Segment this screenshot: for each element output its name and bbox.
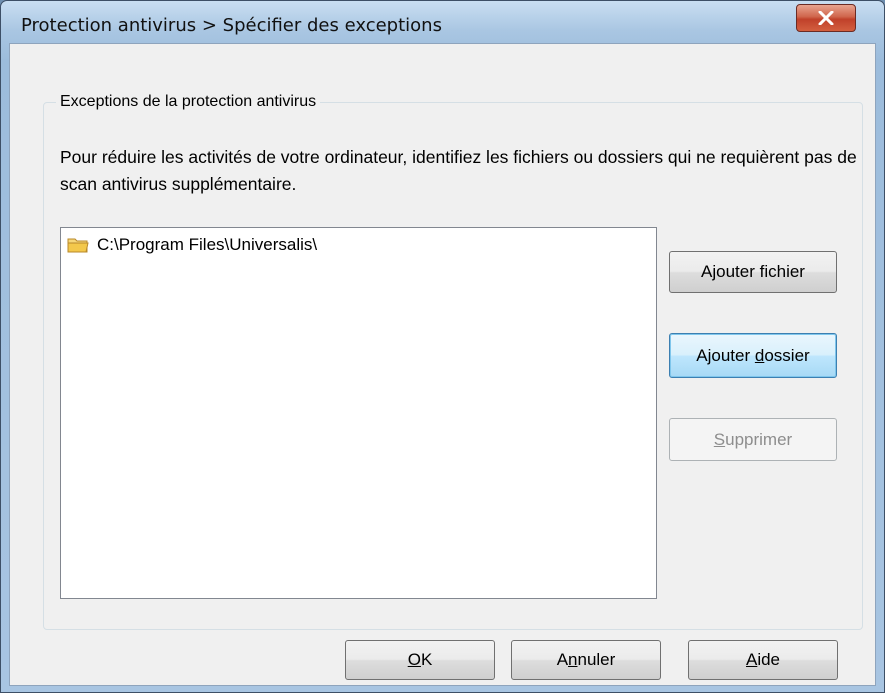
list-item[interactable]: C:\Program Files\Universalis\ — [67, 234, 317, 256]
ok-label: OK — [407, 650, 433, 669]
close-icon — [818, 11, 834, 25]
cancel-button[interactable]: Annuler — [511, 640, 661, 680]
exceptions-list[interactable]: C:\Program Files\Universalis\ — [60, 227, 657, 599]
window-title: Protection antivirus > Spécifier des exc… — [21, 15, 442, 36]
list-item-path: C:\Program Files\Universalis\ — [97, 235, 318, 254]
add-folder-button[interactable]: Ajouter dossier — [669, 333, 837, 378]
dialog-client-area: Exceptions de la protection antivirus Po… — [9, 43, 876, 686]
dialog-window: Protection antivirus > Spécifier des exc… — [0, 0, 885, 693]
groupbox-title: Exceptions de la protection antivirus — [56, 93, 321, 111]
help-label: Aide — [745, 650, 781, 669]
add-folder-label: Ajouter dossier — [696, 345, 810, 365]
help-button[interactable]: Aide — [688, 640, 838, 680]
remove-button[interactable]: Supprimer — [669, 418, 837, 461]
close-button[interactable] — [796, 4, 856, 32]
folder-icon — [67, 238, 89, 253]
add-file-label: Ajouter fichier — [701, 262, 805, 281]
remove-label: Supprimer — [713, 429, 793, 449]
ok-button[interactable]: OK — [345, 640, 495, 680]
cancel-label: Annuler — [556, 650, 616, 669]
description-text: Pour réduire les activités de votre ordi… — [60, 147, 857, 194]
add-file-button[interactable]: Ajouter fichier — [669, 251, 837, 293]
